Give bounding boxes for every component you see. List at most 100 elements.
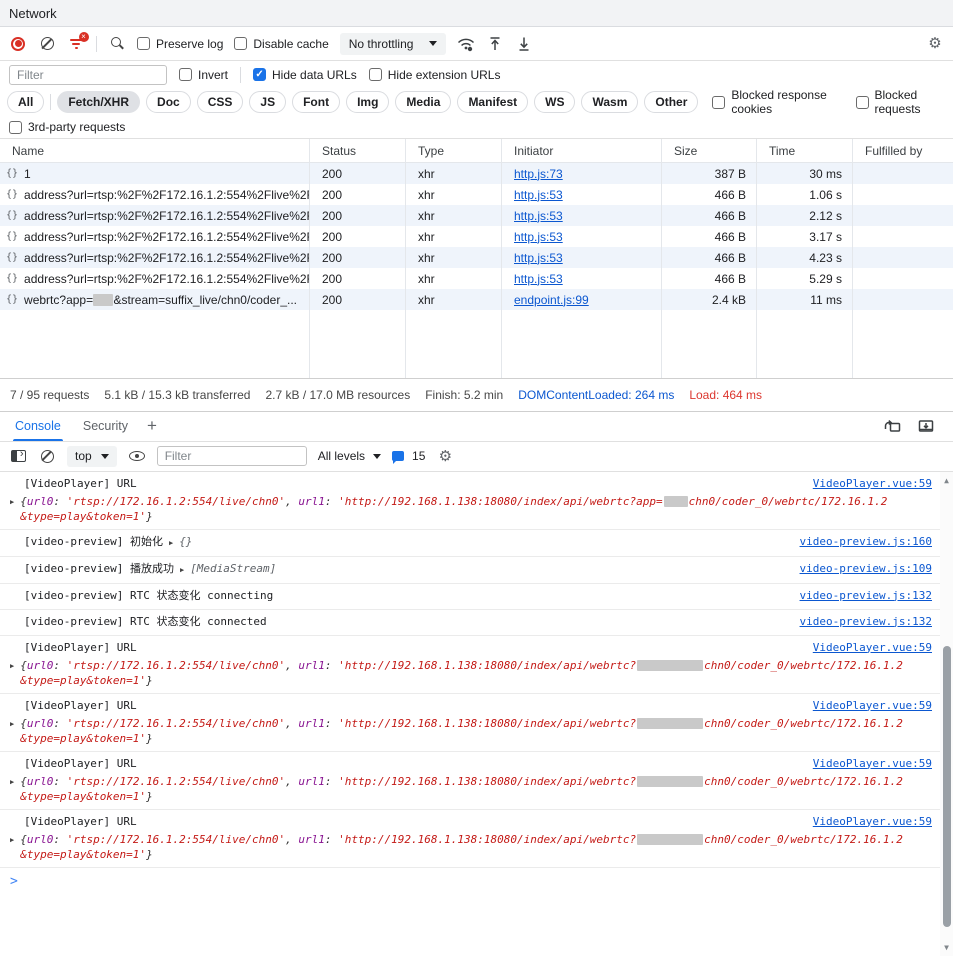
console-filter-input[interactable] — [157, 446, 307, 466]
dock-drawer-icon[interactable] — [917, 417, 935, 435]
console-source-link[interactable]: VideoPlayer.vue:59 — [813, 756, 932, 772]
disable-cache-checkbox[interactable]: Disable cache — [234, 37, 328, 51]
console-source-link[interactable]: VideoPlayer.vue:59 — [813, 814, 932, 830]
type-cell: xhr — [406, 184, 502, 205]
clear-console-icon[interactable] — [38, 447, 56, 465]
preserve-log-checkbox[interactable]: Preserve log — [137, 37, 223, 51]
console-source-link[interactable]: video-preview.js:160 — [800, 534, 932, 550]
type-cell: xhr — [406, 289, 502, 310]
expand-arrow-icon[interactable]: ▶ — [10, 778, 14, 804]
invert-checkbox[interactable]: Invert — [179, 68, 228, 82]
issues-counter[interactable]: 15 — [392, 449, 425, 463]
column-header-initiator[interactable]: Initiator — [502, 139, 662, 163]
throttling-select[interactable]: No throttling — [340, 33, 447, 55]
filter-chip-font[interactable]: Font — [292, 91, 340, 113]
table-row[interactable]: {}address?url=rtsp:%2F%2F172.16.1.2:554%… — [0, 226, 953, 247]
expand-arrow-icon[interactable]: ▶ — [10, 720, 14, 746]
tab-network[interactable]: Network — [9, 6, 57, 21]
filter-chip-other[interactable]: Other — [644, 91, 698, 113]
settings-gear-icon[interactable]: ⚙ — [926, 35, 944, 53]
console-message-text: [VideoPlayer] URL — [24, 698, 137, 714]
network-conditions-icon[interactable] — [457, 35, 475, 53]
filter-chip-manifest[interactable]: Manifest — [457, 91, 528, 113]
console-source-link[interactable]: video-preview.js:132 — [800, 614, 932, 630]
expand-arrow-icon[interactable]: ▶ — [10, 662, 14, 688]
expand-arrow-icon[interactable]: ▶ — [169, 535, 173, 551]
filter-chip-all[interactable]: All — [7, 91, 44, 113]
console-source-link[interactable]: VideoPlayer.vue:59 — [813, 476, 932, 492]
console-prompt[interactable]: > — [0, 868, 953, 889]
filter-chip-css[interactable]: CSS — [197, 91, 244, 113]
fulfilled-by-cell — [853, 184, 953, 205]
scrollbar[interactable]: ▲ ▼ — [940, 472, 953, 956]
filter-chip-fetch-xhr[interactable]: Fetch/XHR — [57, 91, 140, 113]
column-header-type[interactable]: Type — [406, 139, 502, 163]
redacted-value — [93, 294, 113, 306]
console-settings-gear-icon[interactable]: ⚙ — [436, 447, 454, 465]
console-source-link[interactable]: VideoPlayer.vue:59 — [813, 698, 932, 714]
status-cell: 200 — [310, 247, 406, 268]
filter-chip-ws[interactable]: WS — [534, 91, 575, 113]
column-header-time[interactable]: Time — [757, 139, 853, 163]
column-header-size[interactable]: Size — [662, 139, 757, 163]
filter-chip-wasm[interactable]: Wasm — [581, 91, 638, 113]
scrollbar-thumb[interactable] — [943, 646, 951, 927]
import-har-icon[interactable] — [486, 35, 504, 53]
initiator-link[interactable]: http.js:53 — [514, 251, 563, 265]
initiator-link[interactable]: http.js:53 — [514, 230, 563, 244]
console-sidebar-icon[interactable] — [9, 447, 27, 465]
console-source-link[interactable]: video-preview.js:132 — [800, 588, 932, 604]
column-header-status[interactable]: Status — [310, 139, 406, 163]
object-preview: [MediaStream] — [190, 561, 276, 577]
live-expression-eye-icon[interactable] — [128, 447, 146, 465]
record-icon[interactable] — [9, 35, 27, 53]
filter-chip-media[interactable]: Media — [395, 91, 451, 113]
initiator-link[interactable]: http.js:53 — [514, 188, 563, 202]
hide-data-urls-checkbox[interactable]: ✓Hide data URLs — [253, 68, 357, 82]
log-levels-select[interactable]: All levels — [318, 449, 381, 463]
table-row[interactable]: {}address?url=rtsp:%2F%2F172.16.1.2:554%… — [0, 247, 953, 268]
context-selector[interactable]: top — [67, 446, 117, 467]
blocked-response-cookies-checkbox[interactable]: Blocked response cookies — [712, 88, 841, 116]
column-header-name[interactable]: Name — [0, 139, 310, 163]
add-tab-button[interactable]: + — [139, 416, 165, 436]
filter-chip-doc[interactable]: Doc — [146, 91, 191, 113]
scroll-up-icon[interactable]: ▲ — [940, 476, 953, 485]
undock-drawer-icon[interactable] — [883, 417, 901, 435]
expand-arrow-icon[interactable]: ▶ — [10, 836, 14, 862]
column-header-fulfilled-by[interactable]: Fulfilled by — [853, 139, 953, 163]
expand-arrow-icon[interactable]: ▶ — [10, 498, 14, 524]
network-filter-input[interactable] — [9, 65, 167, 85]
network-rows: {}1200xhrhttp.js:73387 B30 ms{}address?u… — [0, 163, 953, 310]
table-empty-area — [0, 310, 953, 378]
third-party-requests-checkbox[interactable]: 3rd-party requests — [9, 120, 125, 134]
console-source-link[interactable]: VideoPlayer.vue:59 — [813, 640, 932, 656]
export-har-icon[interactable] — [515, 35, 533, 53]
initiator-link[interactable]: http.js:73 — [514, 167, 563, 181]
dom-content-loaded-time: DOMContentLoaded: 264 ms — [518, 388, 674, 402]
filter-icon[interactable]: × — [67, 35, 85, 53]
tab-security[interactable]: Security — [72, 412, 139, 441]
console-source-link[interactable]: video-preview.js:109 — [800, 561, 932, 577]
clear-icon[interactable] — [38, 35, 56, 53]
initiator-link[interactable]: http.js:53 — [514, 209, 563, 223]
filter-chip-img[interactable]: Img — [346, 91, 389, 113]
scroll-down-icon[interactable]: ▼ — [940, 943, 953, 952]
filter-chip-js[interactable]: JS — [249, 91, 286, 113]
blocked-requests-checkbox[interactable]: Blocked requests — [856, 88, 947, 116]
hide-extension-urls-checkbox[interactable]: Hide extension URLs — [369, 68, 501, 82]
table-row[interactable]: {}1200xhrhttp.js:73387 B30 ms — [0, 163, 953, 184]
table-row[interactable]: {}address?url=rtsp:%2F%2F172.16.1.2:554%… — [0, 268, 953, 289]
initiator-cell: http.js:53 — [502, 205, 662, 226]
redacted-value — [637, 660, 703, 671]
transferred-size: 5.1 kB / 15.3 kB transferred — [104, 388, 250, 402]
initiator-link[interactable]: http.js:53 — [514, 272, 563, 286]
table-row[interactable]: {}webrtc?app=&stream=suffix_live/chn0/co… — [0, 289, 953, 310]
table-row[interactable]: {}address?url=rtsp:%2F%2F172.16.1.2:554%… — [0, 205, 953, 226]
tab-console[interactable]: Console — [4, 412, 72, 441]
chevron-down-icon — [373, 454, 381, 459]
search-icon[interactable] — [108, 35, 126, 53]
initiator-link[interactable]: endpoint.js:99 — [514, 293, 589, 307]
expand-arrow-icon[interactable]: ▶ — [180, 562, 184, 578]
table-row[interactable]: {}address?url=rtsp:%2F%2F172.16.1.2:554%… — [0, 184, 953, 205]
